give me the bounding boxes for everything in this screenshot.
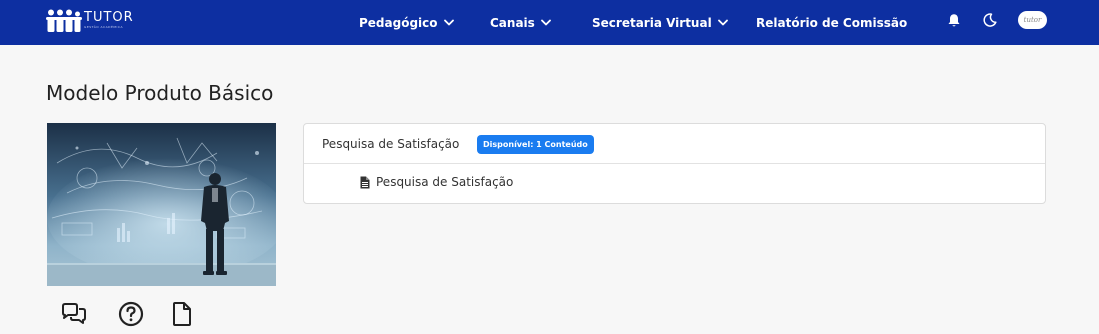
file-text-icon xyxy=(360,176,370,188)
brand-tagline: GESTÃO ACADÊMICA xyxy=(84,25,124,29)
comments-icon[interactable] xyxy=(60,300,88,328)
chevron-down-icon xyxy=(540,19,551,26)
content-item[interactable]: Pesquisa de Satisfação xyxy=(360,175,513,189)
nav-item-label: Pedagógico xyxy=(359,15,438,30)
content-item-label: Pesquisa de Satisfação xyxy=(376,175,514,189)
avatar-text: tutor xyxy=(1023,16,1042,24)
brand-logo[interactable]: TUTOR GESTÃO ACADÊMICA xyxy=(46,9,146,35)
chevron-down-icon xyxy=(717,19,728,26)
user-avatar[interactable]: tutor xyxy=(1018,11,1047,29)
availability-badge: Disponível: 1 Conteúdo xyxy=(477,135,594,154)
nav-item-label: Relatório de Comissão xyxy=(756,15,908,30)
nav-item-label: Canais xyxy=(490,15,535,30)
page-title: Modelo Produto Básico xyxy=(46,81,274,105)
moon-icon[interactable] xyxy=(980,10,1000,30)
chevron-down-icon xyxy=(443,19,454,26)
brand-name: TUTOR xyxy=(84,10,134,25)
people-logo-icon xyxy=(46,9,82,32)
nav-item-pedagogico[interactable]: Pedagógico xyxy=(359,0,454,45)
top-navbar: TUTOR GESTÃO ACADÊMICA Pedagógico Canais… xyxy=(0,0,1099,45)
bell-icon[interactable] xyxy=(944,10,964,30)
document-icon[interactable] xyxy=(168,300,196,328)
section-title: Pesquisa de Satisfação xyxy=(322,137,460,151)
nav-item-secretaria-virtual[interactable]: Secretaria Virtual xyxy=(592,0,728,45)
nav-item-relatorio-comissao[interactable]: Relatório de Comissão xyxy=(756,0,907,45)
content-section-card: Pesquisa de Satisfação Disponível: 1 Con… xyxy=(303,123,1046,204)
course-thumbnail xyxy=(47,123,276,286)
help-icon[interactable] xyxy=(117,300,145,328)
section-header[interactable]: Pesquisa de Satisfação Disponível: 1 Con… xyxy=(304,124,1045,164)
nav-item-label: Secretaria Virtual xyxy=(592,15,712,30)
nav-item-canais[interactable]: Canais xyxy=(490,0,551,45)
